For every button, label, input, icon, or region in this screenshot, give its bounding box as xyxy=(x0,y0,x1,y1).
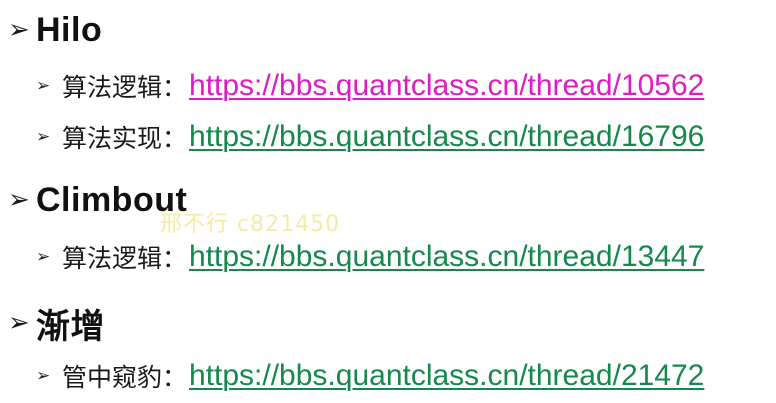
thread-link[interactable]: https://bbs.quantclass.cn/thread/10562 xyxy=(189,69,704,103)
section-heading: 渐增 xyxy=(36,307,105,346)
thread-link[interactable]: https://bbs.quantclass.cn/thread/13447 xyxy=(189,240,704,274)
small-arrowhead-bullet-icon: ➢ xyxy=(36,365,51,386)
watermark: 邢不行 c821450 xyxy=(160,212,341,237)
thread-link[interactable]: https://bbs.quantclass.cn/thread/21472 xyxy=(189,359,704,393)
arrowhead-bullet-icon: ➢ xyxy=(8,15,30,45)
small-arrowhead-bullet-icon: ➢ xyxy=(36,126,51,147)
section-hilo: ➢ Hilo xyxy=(8,8,102,52)
list-item: ➢ 算法逻辑： https://bbs.quantclass.cn/thread… xyxy=(36,66,704,106)
thread-link[interactable]: https://bbs.quantclass.cn/thread/16796 xyxy=(189,120,704,154)
small-arrowhead-bullet-icon: ➢ xyxy=(36,75,51,96)
item-label: 算法实现： xyxy=(62,124,188,153)
list-item: ➢ 算法实现： https://bbs.quantclass.cn/thread… xyxy=(36,117,704,157)
arrowhead-bullet-icon: ➢ xyxy=(8,308,30,338)
small-arrowhead-bullet-icon: ➢ xyxy=(36,246,51,267)
item-label: 算法逻辑： xyxy=(62,244,188,273)
section-incremental: ➢ 渐增 xyxy=(8,301,105,346)
section-heading: Hilo xyxy=(36,10,103,49)
item-label: 算法逻辑： xyxy=(62,73,188,102)
list-item: ➢ 算法逻辑： https://bbs.quantclass.cn/thread… xyxy=(36,237,704,277)
item-label: 管中窥豹： xyxy=(62,363,188,392)
list-item: ➢ 管中窥豹： https://bbs.quantclass.cn/thread… xyxy=(36,356,704,396)
arrowhead-bullet-icon: ➢ xyxy=(8,185,30,215)
